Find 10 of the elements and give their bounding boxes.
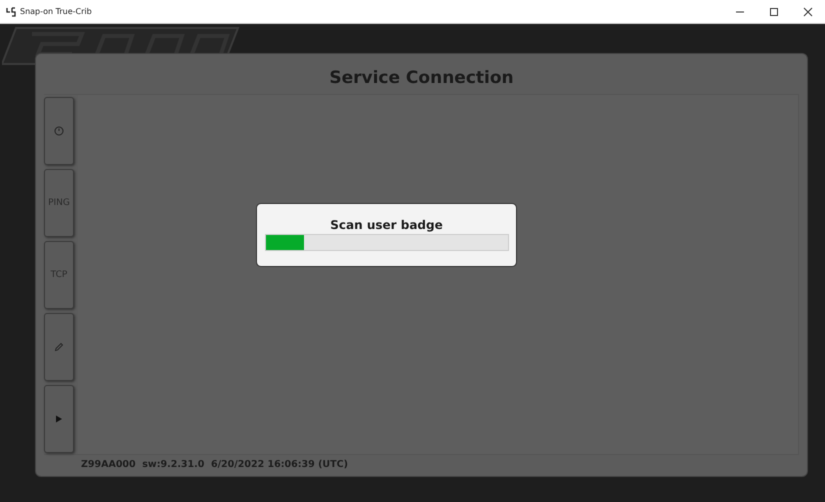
panel-title: Service Connection	[328, 67, 515, 90]
app-icon	[6, 6, 16, 16]
maximize-icon[interactable]	[769, 6, 779, 16]
dialog-message: Scan user badge	[330, 218, 443, 232]
window-title: Snap-on True-Crib	[20, 7, 93, 16]
play-icon	[55, 415, 63, 423]
clock-icon	[54, 126, 64, 136]
close-icon[interactable]	[803, 6, 813, 16]
status-text: Z99AA000 sw:9.2.31.0 6/20/2022 16:06:39 (UTC)	[80, 458, 349, 470]
pencil-icon	[54, 342, 64, 352]
